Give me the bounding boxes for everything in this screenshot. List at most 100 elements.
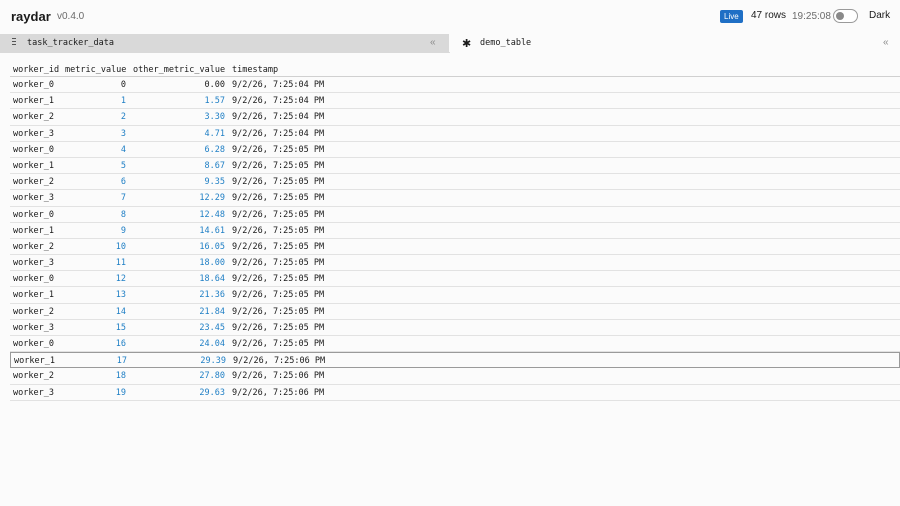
other-metric-value-cell: 18.00: [199, 258, 225, 269]
other-metric-value-cell: 23.45: [199, 322, 225, 333]
table-row[interactable]: worker_0 16 24.04 9/2/26, 7:25:05 PM: [10, 336, 900, 353]
dark-mode-label: Dark: [869, 10, 891, 21]
metric-value-cell: 0: [120, 80, 126, 90]
tab-label: task_tracker_data: [27, 38, 114, 48]
other-metric-value-cell: 12.48: [199, 209, 225, 220]
timestamp-cell: 9/2/26, 7:25:06 PM: [232, 387, 325, 398]
timestamp-cell: 9/2/26, 7:25:04 PM: [232, 80, 325, 90]
table-row[interactable]: worker_2 2 3.30 9/2/26, 7:25:04 PM: [10, 109, 900, 126]
other-metric-value-cell: 12.29: [199, 193, 225, 204]
metric-value-cell: 11: [115, 258, 126, 269]
worker-id-cell: worker_2: [13, 241, 54, 252]
other-metric-value-cell: 16.05: [199, 241, 225, 252]
metric-value-cell: 10: [115, 241, 126, 252]
metric-value-cell: 7: [120, 193, 126, 204]
table-row[interactable]: worker_3 7 12.29 9/2/26, 7:25:05 PM: [10, 190, 900, 207]
other-metric-value-cell: 29.63: [199, 387, 225, 398]
toggle-knob: [836, 12, 844, 20]
worker-id-cell: worker_0: [13, 80, 54, 90]
timestamp-cell: 9/2/26, 7:25:05 PM: [232, 144, 325, 155]
table-row[interactable]: worker_0 12 18.64 9/2/26, 7:25:05 PM: [10, 271, 900, 288]
timestamp-cell: 9/2/26, 7:25:04 PM: [232, 112, 325, 123]
metric-value-cell: 16: [115, 339, 126, 349]
table-row[interactable]: worker_3 19 29.63 9/2/26, 7:25:06 PM: [10, 385, 900, 401]
metric-value-cell: 15: [115, 322, 126, 333]
row-count-value: 47: [751, 10, 763, 21]
other-metric-value-cell: 18.64: [199, 274, 225, 285]
timestamp-cell: 9/2/26, 7:25:05 PM: [232, 274, 325, 285]
table-row[interactable]: worker_2 6 9.35 9/2/26, 7:25:05 PM: [10, 174, 900, 191]
double-chevron-left-icon[interactable]: «: [430, 37, 436, 48]
tab-task-tracker-data[interactable]: task_tracker_data «: [0, 34, 449, 53]
tab-label: demo_table: [480, 38, 532, 48]
table-row[interactable]: worker_1 1 1.57 9/2/26, 7:25:04 PM: [10, 93, 900, 110]
table-row[interactable]: worker_0 4 6.28 9/2/26, 7:25:05 PM: [10, 142, 900, 158]
table-row[interactable]: worker_1 17 29.39 9/2/26, 7:25:06 PM: [10, 352, 900, 369]
worker-id-cell: worker_0: [13, 339, 54, 349]
drag-handle-icon[interactable]: [12, 38, 16, 48]
metric-value-cell: 2: [120, 112, 126, 123]
worker-id-cell: worker_2: [13, 112, 54, 123]
timestamp-cell: 9/2/26, 7:25:04 PM: [232, 128, 325, 139]
table-header-row: worker_id metric_value other_metric_valu…: [10, 62, 900, 77]
timestamp-cell: 9/2/26, 7:25:05 PM: [232, 290, 325, 301]
other-metric-value-cell: 6.28: [204, 144, 225, 155]
timestamp-cell: 9/2/26, 7:25:05 PM: [232, 322, 325, 333]
dark-mode-toggle[interactable]: [833, 9, 858, 23]
double-chevron-left-icon[interactable]: «: [883, 37, 889, 48]
metric-value-cell: 9: [120, 225, 126, 236]
metric-value-cell: 14: [115, 306, 126, 317]
metric-value-cell: 4: [120, 144, 126, 155]
table-row[interactable]: worker_0 0 0.00 9/2/26, 7:25:04 PM: [10, 77, 900, 94]
worker-id-cell: worker_2: [13, 177, 54, 188]
metric-value-cell: 19: [115, 387, 126, 398]
worker-id-cell: worker_1: [14, 356, 55, 367]
table-row[interactable]: worker_1 9 14.61 9/2/26, 7:25:05 PM: [10, 223, 900, 239]
live-badge: Live: [720, 10, 743, 23]
worker-id-cell: worker_1: [13, 225, 54, 236]
column-header[interactable]: metric_value: [65, 65, 126, 75]
worker-id-cell: worker_3: [13, 193, 54, 204]
other-metric-value-cell: 4.71: [204, 128, 225, 139]
metric-value-cell: 5: [120, 160, 126, 171]
table-row[interactable]: worker_1 13 21.36 9/2/26, 7:25:05 PM: [10, 287, 900, 304]
table-row[interactable]: worker_0 8 12.48 9/2/26, 7:25:05 PM: [10, 207, 900, 223]
table-row[interactable]: worker_3 3 4.71 9/2/26, 7:25:04 PM: [10, 126, 900, 142]
worker-id-cell: worker_3: [13, 387, 54, 398]
timestamp-cell: 9/2/26, 7:25:05 PM: [232, 177, 325, 188]
other-metric-value-cell: 21.84: [199, 306, 225, 317]
column-header[interactable]: worker_id: [13, 65, 59, 75]
worker-id-cell: worker_0: [13, 144, 54, 155]
timestamp-cell: 9/2/26, 7:25:04 PM: [232, 96, 325, 107]
app-header: raydar v0.4.0 Live 47 rows 19:25:08 Dark: [0, 0, 900, 34]
metric-value-cell: 18: [115, 371, 126, 382]
table-row[interactable]: worker_1 5 8.67 9/2/26, 7:25:05 PM: [10, 158, 900, 175]
timestamp-cell: 9/2/26, 7:25:05 PM: [232, 193, 325, 204]
timestamp-cell: 9/2/26, 7:25:05 PM: [232, 160, 325, 171]
worker-id-cell: worker_2: [13, 306, 54, 317]
table-row[interactable]: worker_2 18 27.80 9/2/26, 7:25:06 PM: [10, 368, 900, 385]
app-brand: raydar: [11, 9, 51, 24]
other-metric-value-cell: 21.36: [199, 290, 225, 301]
column-header[interactable]: timestamp: [232, 65, 278, 75]
table-row[interactable]: worker_3 11 18.00 9/2/26, 7:25:05 PM: [10, 255, 900, 272]
timestamp-cell: 9/2/26, 7:25:05 PM: [232, 209, 325, 220]
table-row[interactable]: worker_2 14 21.84 9/2/26, 7:25:05 PM: [10, 304, 900, 320]
other-metric-value-cell: 14.61: [199, 225, 225, 236]
settings-asterisk-icon[interactable]: ✱: [462, 37, 471, 50]
current-time: 19:25:08: [792, 11, 831, 22]
worker-id-cell: worker_0: [13, 274, 54, 285]
metric-value-cell: 8: [120, 209, 126, 220]
other-metric-value-cell: 24.04: [199, 339, 225, 349]
timestamp-cell: 9/2/26, 7:25:05 PM: [232, 225, 325, 236]
tab-demo-table[interactable]: demo_table «: [450, 34, 900, 53]
table-row[interactable]: worker_3 15 23.45 9/2/26, 7:25:05 PM: [10, 320, 900, 336]
column-header[interactable]: other_metric_value: [133, 65, 225, 75]
timestamp-cell: 9/2/26, 7:25:05 PM: [232, 241, 325, 252]
table-row[interactable]: worker_2 10 16.05 9/2/26, 7:25:05 PM: [10, 239, 900, 256]
worker-id-cell: worker_1: [13, 160, 54, 171]
metric-value-cell: 1: [120, 96, 126, 107]
metric-value-cell: 17: [116, 356, 127, 367]
app-version: v0.4.0: [57, 11, 85, 22]
other-metric-value-cell: 3.30: [204, 112, 225, 123]
